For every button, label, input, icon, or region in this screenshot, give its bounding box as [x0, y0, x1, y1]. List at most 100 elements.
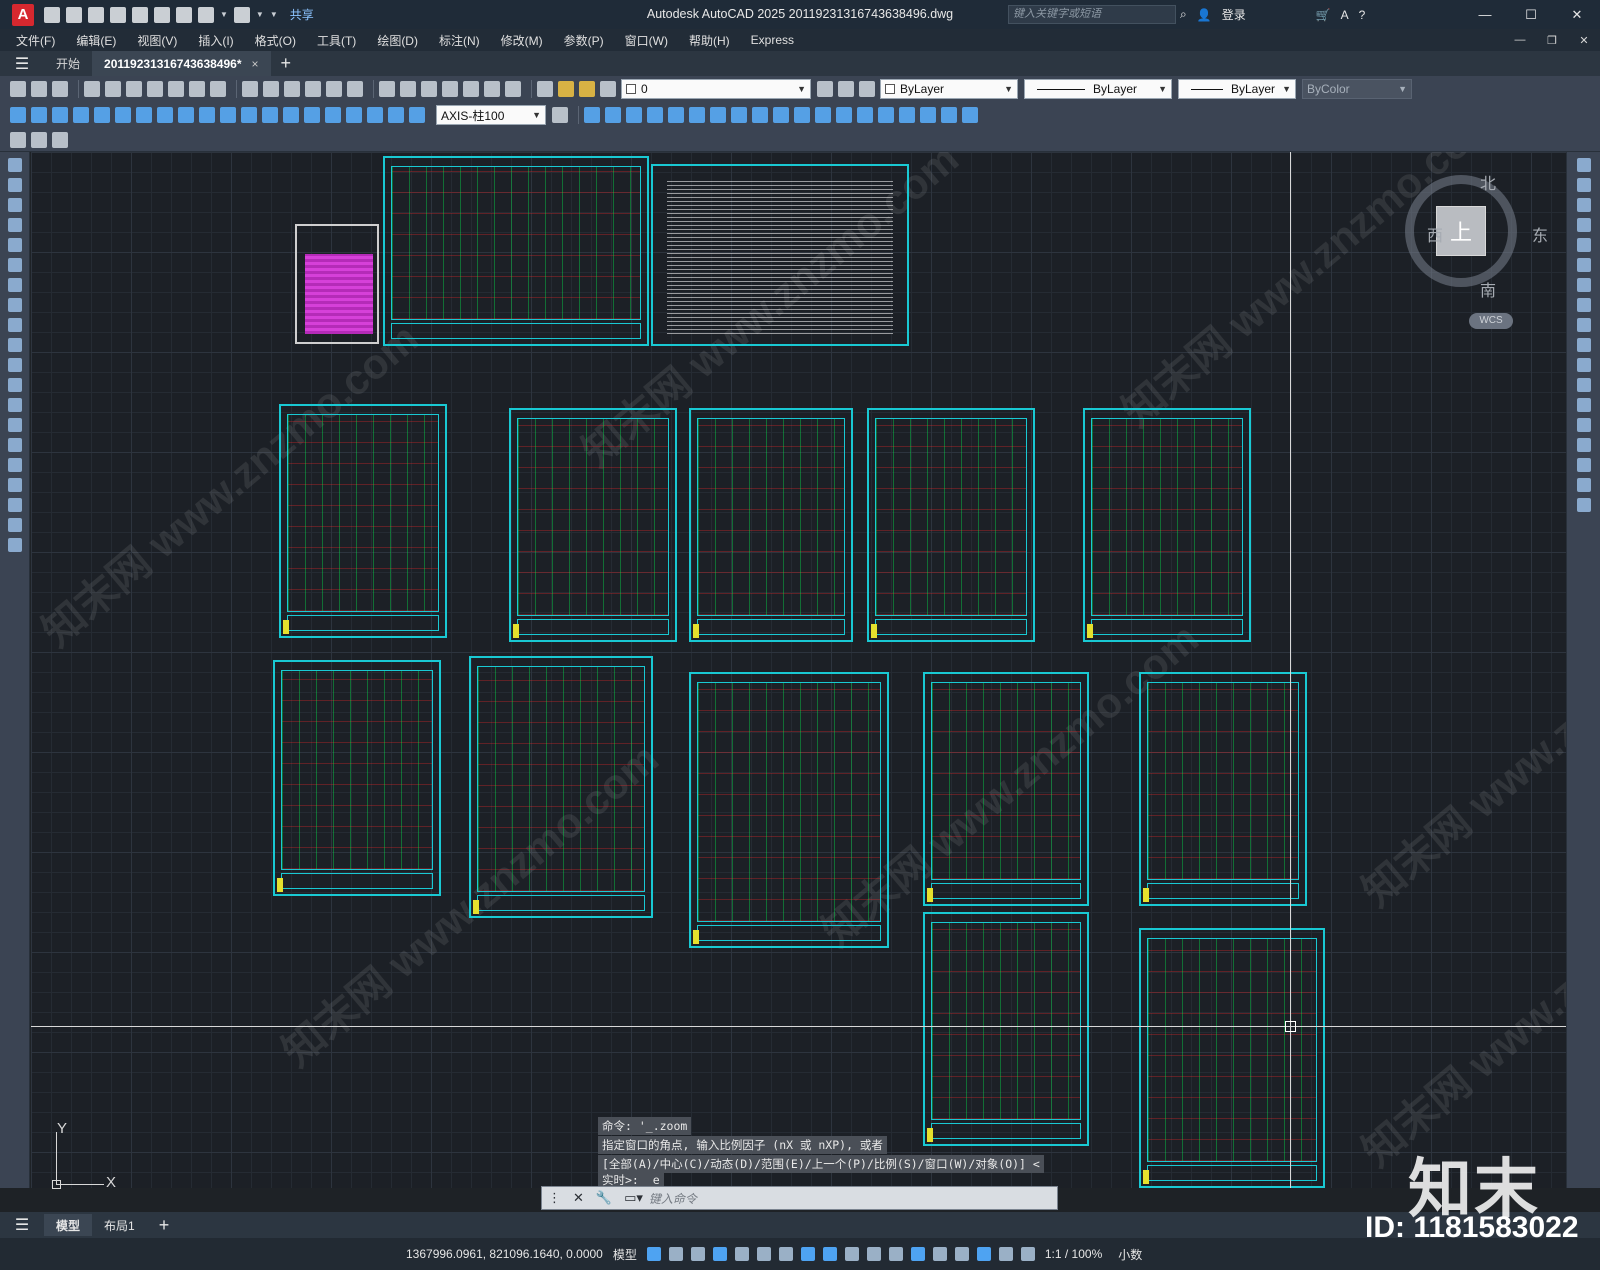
- ungroup-icon[interactable]: [962, 107, 978, 123]
- command-input[interactable]: 键入命令: [649, 1190, 697, 1207]
- infer-constraints-icon[interactable]: [690, 1247, 705, 1261]
- layer-dropdown[interactable]: 0 ▼: [621, 79, 811, 99]
- export-icon[interactable]: [154, 6, 170, 23]
- drawing-sheet-stairs[interactable]: [689, 672, 889, 948]
- preview-icon[interactable]: [105, 81, 121, 97]
- new-file-icon[interactable]: [44, 6, 60, 23]
- offset-icon[interactable]: [647, 107, 663, 123]
- chamfer-icon[interactable]: [1576, 438, 1591, 452]
- redo-dropdown-icon[interactable]: ▼: [256, 10, 264, 19]
- login-button[interactable]: 登录: [1222, 6, 1246, 23]
- blend-curves-icon[interactable]: [1576, 478, 1591, 492]
- break-at-point-icon[interactable]: [1576, 378, 1591, 392]
- layer-on-bulb-icon[interactable]: [558, 81, 574, 97]
- isometric-drafting-icon[interactable]: [778, 1247, 793, 1261]
- help-icon[interactable]: [505, 81, 521, 97]
- save-icon[interactable]: [52, 81, 68, 97]
- diameter-dimension-icon[interactable]: [136, 107, 152, 123]
- mirror-icon[interactable]: [1576, 198, 1591, 212]
- user-icon[interactable]: 👤: [1197, 8, 1212, 22]
- fillet-icon[interactable]: [878, 107, 894, 123]
- viewcube-north-label[interactable]: 北: [1480, 170, 1496, 194]
- trim-icon[interactable]: [773, 107, 789, 123]
- command-grip-icon[interactable]: ⋮: [548, 1190, 561, 1206]
- fillet-icon[interactable]: [1576, 458, 1591, 472]
- 3d-osnap-icon[interactable]: [910, 1247, 925, 1261]
- arc-icon[interactable]: [7, 258, 22, 272]
- join-icon[interactable]: [836, 107, 852, 123]
- undo-icon[interactable]: [242, 81, 258, 97]
- explode-icon[interactable]: [1576, 498, 1591, 512]
- drawing-sheet-plan-5[interactable]: [1083, 408, 1251, 642]
- drawing-sheet-plan-1[interactable]: [279, 404, 447, 638]
- viewcube-top-face[interactable]: 上: [1436, 206, 1486, 256]
- plotstyle-dropdown[interactable]: ByColor ▼: [1302, 79, 1412, 99]
- dynamic-input-icon[interactable]: [712, 1247, 727, 1261]
- dimension-text-edit-icon[interactable]: [388, 107, 404, 123]
- ordinate-dimension-icon[interactable]: [73, 107, 89, 123]
- save-icon[interactable]: [88, 6, 104, 23]
- offset-icon[interactable]: [1576, 218, 1591, 232]
- explode-icon[interactable]: [899, 107, 915, 123]
- object-snap-tracking-icon[interactable]: [800, 1247, 815, 1261]
- drawing-sheet-plan-8[interactable]: [1139, 672, 1307, 906]
- block-editor-icon[interactable]: [10, 131, 26, 148]
- tool-palettes-icon[interactable]: [421, 81, 437, 97]
- new-tab-button[interactable]: +: [281, 53, 292, 74]
- insert-block-icon[interactable]: [31, 131, 47, 148]
- selection-filter-icon[interactable]: [954, 1247, 969, 1261]
- tab-close-icon[interactable]: ×: [252, 57, 259, 71]
- layer-properties-icon[interactable]: [537, 81, 553, 97]
- rotate-icon[interactable]: [710, 107, 726, 123]
- drawing-sheet-plan-6[interactable]: [273, 660, 441, 896]
- cursor-coordinates[interactable]: 1367996.0961, 821096.1640, 0.0000: [406, 1247, 603, 1261]
- menu-file[interactable]: 文件(F): [16, 32, 55, 49]
- menu-help[interactable]: 帮助(H): [689, 32, 730, 49]
- break-icon[interactable]: [815, 107, 831, 123]
- drawing-sheet-plan-10[interactable]: [1139, 928, 1325, 1188]
- menu-hamburger-icon[interactable]: ☰: [0, 54, 44, 74]
- layout-list-icon[interactable]: ☰: [0, 1215, 44, 1235]
- hatch-icon[interactable]: [7, 438, 22, 452]
- aligned-dimension-icon[interactable]: [31, 107, 47, 123]
- inspection-icon[interactable]: [325, 107, 341, 123]
- model-space-toggle[interactable]: 模型: [613, 1246, 637, 1263]
- open-file-icon[interactable]: [66, 6, 82, 23]
- tab-start[interactable]: 开始: [44, 51, 92, 76]
- array-icon[interactable]: [668, 107, 684, 123]
- radius-dimension-icon[interactable]: [94, 107, 110, 123]
- command-close-icon[interactable]: ✕: [573, 1190, 584, 1206]
- gradient-icon[interactable]: [7, 458, 22, 472]
- polar-tracking-icon[interactable]: [756, 1247, 771, 1261]
- publish-icon[interactable]: [126, 81, 142, 97]
- revision-cloud-icon[interactable]: [7, 298, 22, 312]
- units-dropdown[interactable]: 小数: [1118, 1246, 1142, 1263]
- search-input[interactable]: 键入关键字或短语: [1008, 5, 1176, 24]
- pan-icon[interactable]: [284, 81, 300, 97]
- command-customize-icon[interactable]: 🔧: [596, 1190, 612, 1206]
- tab-layout1[interactable]: 布局1: [92, 1214, 147, 1236]
- menu-modify[interactable]: 修改(M): [501, 32, 543, 49]
- paste-icon[interactable]: [189, 81, 205, 97]
- calculator-icon[interactable]: [484, 81, 500, 97]
- add-layout-button[interactable]: +: [147, 1214, 182, 1236]
- copy-icon[interactable]: [168, 81, 184, 97]
- point-icon[interactable]: [7, 418, 22, 432]
- make-block-icon[interactable]: [7, 398, 22, 412]
- linear-dimension-icon[interactable]: [10, 107, 26, 123]
- dimension-style-dropdown[interactable]: AXIS-柱100 ▼: [436, 105, 546, 125]
- scale-icon[interactable]: [731, 107, 747, 123]
- color-dropdown[interactable]: ByLayer ▼: [880, 79, 1018, 99]
- menu-parametric[interactable]: 参数(P): [564, 32, 604, 49]
- construction-line-icon[interactable]: [7, 178, 22, 192]
- match-properties-icon[interactable]: [210, 81, 226, 97]
- redo-icon[interactable]: [233, 6, 250, 23]
- zoom-realtime-icon[interactable]: [305, 81, 321, 97]
- extend-icon[interactable]: [1576, 358, 1591, 372]
- angular-dimension-icon[interactable]: [157, 107, 173, 123]
- cart-icon[interactable]: 🛒: [1316, 8, 1331, 22]
- menu-draw[interactable]: 绘图(D): [377, 32, 418, 49]
- jogged-dimension-icon[interactable]: [115, 107, 131, 123]
- tolerance-icon[interactable]: [283, 107, 299, 123]
- menu-insert[interactable]: 插入(I): [198, 32, 233, 49]
